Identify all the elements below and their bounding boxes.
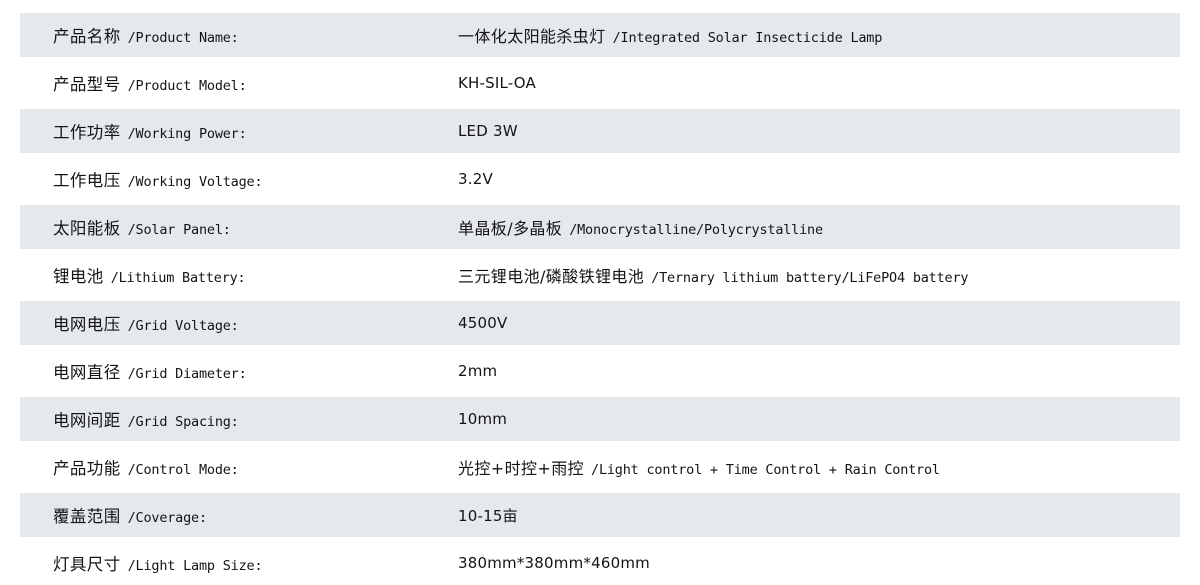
spec-label-cell: 灯具尺寸/Light Lamp Size:: [0, 551, 455, 575]
spec-value-primary: 光控+时控+雨控: [458, 459, 585, 478]
spec-label-cell: 太阳能板/Solar Panel:: [0, 215, 455, 239]
spec-label-chinese: 电网电压: [53, 315, 121, 334]
table-row: 产品名称/Product Name: 一体化太阳能杀虫灯/Integrated S…: [0, 13, 1200, 57]
spec-label-chinese: 工作电压: [53, 171, 121, 190]
spec-label-english: /Grid Voltage:: [127, 318, 239, 334]
spec-label-cell: 电网间距/Grid Spacing:: [0, 407, 455, 431]
spec-label-chinese: 电网间距: [53, 411, 121, 430]
spec-label-cell: 锂电池/Lithium Battery:: [0, 263, 455, 287]
spec-value-cell: 光控+时控+雨控/Light control + Time Control + …: [455, 455, 1200, 479]
spec-value-primary: 单晶板/多晶板: [458, 219, 563, 238]
spec-label-english: /Grid Diameter:: [127, 366, 247, 382]
table-row: 产品型号/Product Model: KH-SIL-OA: [0, 61, 1200, 105]
table-row: 太阳能板/Solar Panel: 单晶板/多晶板/Monocrystalline…: [0, 205, 1200, 249]
spec-label-english: /Light Lamp Size:: [127, 558, 263, 574]
spec-value-english: /Monocrystalline/Polycrystalline: [569, 222, 823, 238]
spec-label-cell: 工作功率/Working Power:: [0, 119, 455, 143]
spec-value-cell: 4500V: [455, 314, 1200, 332]
table-row: 电网直径/Grid Diameter: 2mm: [0, 349, 1200, 393]
spec-value-primary: LED 3W: [458, 122, 518, 140]
spec-label-english: /Working Voltage:: [127, 174, 263, 190]
spec-value-cell: 10mm: [455, 410, 1200, 428]
spec-value-english: /Integrated Solar Insecticide Lamp: [612, 30, 883, 46]
spec-value-cell: LED 3W: [455, 122, 1200, 140]
table-row: 电网间距/Grid Spacing: 10mm: [0, 397, 1200, 441]
table-row: 工作功率/Working Power: LED 3W: [0, 109, 1200, 153]
spec-value-cell: KH-SIL-OA: [455, 74, 1200, 92]
spec-label-english: /Lithium Battery:: [110, 270, 246, 286]
spec-label-english: /Solar Panel:: [127, 222, 231, 238]
spec-value-primary: KH-SIL-OA: [458, 74, 537, 92]
spec-label-chinese: 锂电池: [53, 267, 104, 286]
spec-value-cell: 三元锂电池/磷酸铁锂电池/Ternary lithium battery/LiF…: [455, 263, 1200, 287]
spec-label-english: /Product Model:: [127, 78, 247, 94]
spec-label-english: /Product Name:: [127, 30, 239, 46]
table-row: 产品功能/Control Mode: 光控+时控+雨控/Light control…: [0, 445, 1200, 489]
spec-label-chinese: 电网直径: [53, 363, 121, 382]
spec-value-primary: 380mm*380mm*460mm: [458, 554, 650, 572]
spec-value-primary: 10-15亩: [458, 506, 518, 525]
spec-value-primary: 三元锂电池/磷酸铁锂电池: [458, 267, 645, 286]
spec-label-chinese: 工作功率: [53, 123, 121, 142]
spec-value-english: /Light control + Time Control + Rain Con…: [591, 462, 940, 478]
spec-value-english: /Ternary lithium battery/LiFePO4 battery: [651, 270, 969, 286]
spec-value-primary: 3.2V: [458, 170, 493, 188]
spec-label-chinese: 灯具尺寸: [53, 555, 121, 574]
spec-label-english: /Control Mode:: [127, 462, 239, 478]
spec-label-cell: 产品功能/Control Mode:: [0, 455, 455, 479]
spec-label-chinese: 产品名称: [53, 27, 121, 46]
spec-label-chinese: 太阳能板: [53, 219, 121, 238]
spec-value-cell: 一体化太阳能杀虫灯/Integrated Solar Insecticide L…: [455, 23, 1200, 47]
spec-value-primary: 2mm: [458, 362, 498, 380]
spec-label-cell: 覆盖范围/Coverage:: [0, 503, 455, 527]
spec-value-cell: 3.2V: [455, 170, 1200, 188]
spec-label-cell: 电网直径/Grid Diameter:: [0, 359, 455, 383]
spec-value-cell: 2mm: [455, 362, 1200, 380]
spec-label-cell: 工作电压/Working Voltage:: [0, 167, 455, 191]
table-row: 锂电池/Lithium Battery: 三元锂电池/磷酸铁锂电池/Ternary…: [0, 253, 1200, 297]
spec-label-english: /Coverage:: [127, 510, 207, 526]
spec-value-cell: 单晶板/多晶板/Monocrystalline/Polycrystalline: [455, 215, 1200, 239]
spec-value-cell: 380mm*380mm*460mm: [455, 554, 1200, 572]
spec-label-cell: 电网电压/Grid Voltage:: [0, 311, 455, 335]
spec-label-chinese: 产品型号: [53, 75, 121, 94]
spec-label-english: /Working Power:: [127, 126, 247, 142]
spec-label-cell: 产品型号/Product Model:: [0, 71, 455, 95]
table-row: 工作电压/Working Voltage: 3.2V: [0, 157, 1200, 201]
spec-value-primary: 一体化太阳能杀虫灯: [458, 27, 606, 46]
table-row: 灯具尺寸/Light Lamp Size: 380mm*380mm*460mm: [0, 541, 1200, 585]
spec-value-primary: 4500V: [458, 314, 508, 332]
spec-value-cell: 10-15亩: [455, 505, 1200, 526]
table-row: 覆盖范围/Coverage: 10-15亩: [0, 493, 1200, 537]
spec-label-chinese: 覆盖范围: [53, 507, 121, 526]
spec-label-chinese: 产品功能: [53, 459, 121, 478]
table-row: 电网电压/Grid Voltage: 4500V: [0, 301, 1200, 345]
product-specification-table: 产品名称/Product Name: 一体化太阳能杀虫灯/Integrated S…: [0, 0, 1200, 585]
spec-value-primary: 10mm: [458, 410, 508, 428]
spec-label-cell: 产品名称/Product Name:: [0, 23, 455, 47]
spec-label-english: /Grid Spacing:: [127, 414, 239, 430]
